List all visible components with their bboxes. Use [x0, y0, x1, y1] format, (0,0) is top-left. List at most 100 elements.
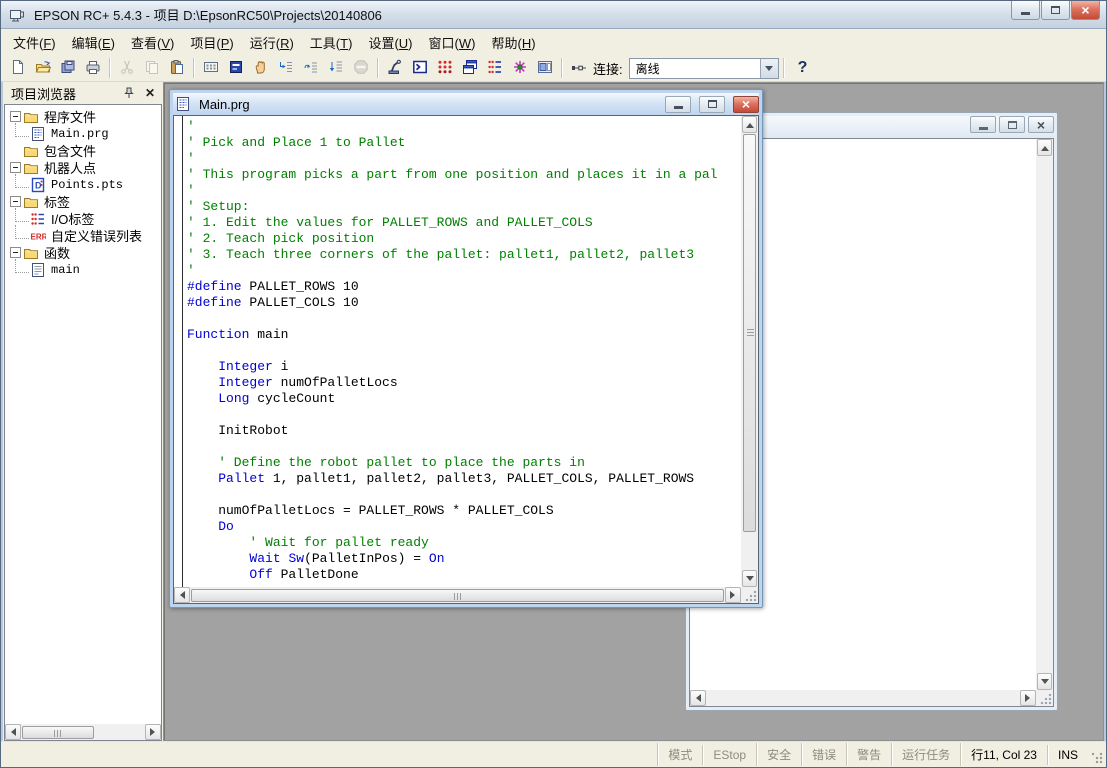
restore-button[interactable] — [999, 116, 1025, 133]
resize-grip[interactable] — [1091, 752, 1103, 764]
tree-item-main-prg[interactable]: Main.prg — [6, 125, 160, 142]
explorer-horizontal-scrollbar[interactable] — [5, 724, 161, 740]
scroll-up-icon[interactable] — [742, 116, 757, 133]
menu-tools[interactable]: 工具(T) — [302, 29, 361, 56]
scroll-down-icon[interactable] — [742, 570, 757, 587]
menu-file[interactable]: 文件(F) — [5, 29, 64, 56]
save-all-button[interactable] — [55, 56, 80, 80]
horizontal-scrollbar[interactable] — [174, 587, 741, 603]
menu-edit[interactable]: 编辑(E) — [64, 29, 123, 56]
scroll-right-icon[interactable] — [145, 724, 161, 740]
menu-setup[interactable]: 设置(U) — [360, 29, 420, 56]
scrollbar-thumb[interactable] — [191, 589, 724, 602]
help-button[interactable]: ? — [788, 59, 818, 77]
code-window-titlebar[interactable]: Main.prg × — [173, 93, 759, 115]
scroll-right-icon[interactable] — [1020, 690, 1036, 706]
horizontal-scrollbar[interactable] — [690, 690, 1036, 706]
close-button[interactable]: × — [1028, 116, 1054, 133]
run-window-button[interactable] — [198, 56, 223, 80]
code-text[interactable]: '' Pick and Place 1 to Pallet'' This pro… — [187, 119, 741, 583]
title-bar[interactable]: EPSON RC+ 5.4.3 - 项目 D:\EpsonRC50\Projec… — [1, 1, 1106, 29]
paste-button[interactable] — [164, 56, 189, 80]
combobox-dropdown-button[interactable] — [760, 59, 778, 78]
tree-item-functions[interactable]: 函数 — [6, 244, 160, 261]
connection-combobox[interactable]: 离线 — [629, 58, 779, 79]
expander-minus-icon[interactable] — [10, 247, 21, 258]
scroll-left-icon[interactable] — [690, 690, 706, 706]
minimize-button[interactable] — [970, 116, 996, 133]
command-window-button[interactable] — [407, 56, 432, 80]
menu-help[interactable]: 帮助(H) — [483, 29, 543, 56]
open-file-icon — [35, 59, 51, 78]
vertical-scrollbar[interactable] — [741, 116, 758, 587]
menu-run[interactable]: 运行(R) — [242, 29, 302, 56]
close-button[interactable]: × — [1071, 1, 1100, 20]
toolbar-separator — [377, 58, 378, 78]
toolbar: 连接: 离线 ? — [1, 55, 1106, 82]
vertical-scrollbar[interactable] — [1036, 139, 1053, 690]
scroll-left-icon[interactable] — [5, 724, 21, 740]
io-label-editor-button[interactable] — [482, 56, 507, 80]
menu-project[interactable]: 项目(P) — [182, 29, 241, 56]
resize-grip[interactable] — [1040, 693, 1052, 705]
scroll-right-icon[interactable] — [725, 587, 741, 603]
expander-minus-icon[interactable] — [10, 111, 21, 122]
scroll-left-icon[interactable] — [174, 587, 190, 603]
run-window-icon — [203, 59, 219, 78]
toolbar-separator — [561, 58, 562, 78]
tree-item-robot-points[interactable]: 机器人点 — [6, 159, 160, 176]
panel-close-icon[interactable]: ✕ — [142, 85, 158, 101]
tree-item-io-labels[interactable]: I/O标签 — [6, 210, 160, 227]
maintenance-button[interactable] — [507, 56, 532, 80]
pts-file-icon: D — [30, 177, 46, 193]
tree-item-label: 程序文件 — [42, 107, 98, 126]
scroll-down-icon[interactable] — [1037, 673, 1052, 690]
simulator-button[interactable] — [532, 56, 557, 80]
tree-item-labels[interactable]: 标签 — [6, 193, 160, 210]
task-manager-button[interactable] — [457, 56, 482, 80]
tree-item-program-files[interactable]: 程序文件 — [6, 108, 160, 125]
restore-button[interactable] — [699, 96, 725, 113]
operator-window-button[interactable] — [223, 56, 248, 80]
scroll-up-icon[interactable] — [1037, 139, 1052, 156]
io-monitor-button[interactable] — [432, 56, 457, 80]
tree-item-points-pts[interactable]: DPoints.pts — [6, 176, 160, 193]
restore-button[interactable] — [1041, 1, 1070, 20]
code-line — [187, 487, 741, 503]
tree-item-label: Main.prg — [49, 127, 111, 141]
func-file-icon — [30, 262, 46, 278]
pin-icon[interactable] — [121, 85, 137, 101]
code-line: ' Setup: — [187, 199, 741, 215]
step-into-button[interactable] — [273, 56, 298, 80]
print-button[interactable] — [80, 56, 105, 80]
command-window-icon — [412, 59, 428, 78]
resize-grip[interactable] — [745, 590, 757, 602]
menu-window[interactable]: 窗口(W) — [421, 29, 484, 56]
code-editor-window[interactable]: Main.prg × '' Pick and Place 1 to Pallet… — [169, 89, 763, 608]
pause-button[interactable] — [248, 56, 273, 80]
project-explorer-title: 项目浏览器 — [11, 84, 116, 103]
tree-connector — [15, 174, 29, 188]
window-title: EPSON RC+ 5.4.3 - 项目 D:\EpsonRC50\Projec… — [34, 5, 1004, 24]
open-file-button[interactable] — [30, 56, 55, 80]
robot-manager-button[interactable] — [382, 56, 407, 80]
status-error: 错误 — [801, 743, 846, 766]
close-button[interactable]: × — [733, 96, 759, 113]
code-line: Long cycleCount — [187, 391, 741, 407]
expander-minus-icon[interactable] — [10, 196, 21, 207]
step-over-button[interactable] — [298, 56, 323, 80]
expander-minus-icon[interactable] — [10, 162, 21, 173]
scrollbar-thumb[interactable] — [22, 726, 94, 739]
minimize-button[interactable] — [1011, 1, 1040, 20]
code-editor[interactable]: '' Pick and Place 1 to Pallet'' This pro… — [174, 116, 741, 587]
tree-item-func-main[interactable]: main — [6, 261, 160, 278]
new-file-button[interactable] — [5, 56, 30, 80]
tree-item-user-errors[interactable]: ERR自定义错误列表 — [6, 227, 160, 244]
scrollbar-thumb[interactable] — [743, 134, 756, 532]
code-line: Wait Sw(PalletInPos) = On — [187, 551, 741, 567]
minimize-button[interactable] — [665, 96, 691, 113]
connect-icon — [566, 56, 591, 80]
menu-view[interactable]: 查看(V) — [123, 29, 182, 56]
tree-item-include-files[interactable]: 包含文件 — [6, 142, 160, 159]
walk-button[interactable] — [323, 56, 348, 80]
